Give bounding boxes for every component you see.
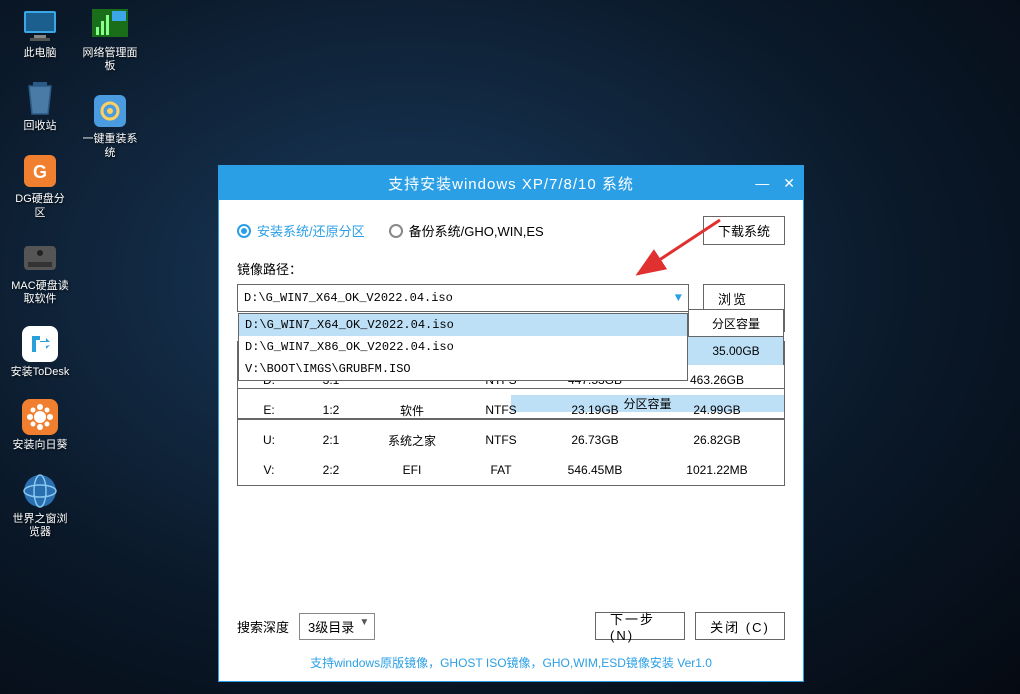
next-button[interactable]: 下一步 (N) [595,612,685,640]
footer-text: 支持windows原版镜像，GHOST ISO镜像，GHO,WIM,ESD镜像安… [237,654,785,671]
download-system-button[interactable]: 下载系统 [703,216,785,245]
monitor-icon [20,5,60,45]
bin-icon [20,78,60,118]
desktop-icon-this-pc[interactable]: 此电脑 [10,5,70,60]
desktop-icon-dg-partition[interactable]: G DG硬盘分区 [10,151,70,219]
radio-icon [389,224,403,238]
image-path-label: 镜像路径： [237,259,785,278]
title-bar[interactable]: 支持安装windows XP/7/8/10 系统 — ✕ [219,166,803,200]
search-depth-label: 搜索深度 [237,617,289,636]
table-row[interactable]: V: 2:2 EFI FAT 546.45MB 1021.22MB [238,455,784,485]
radio-icon [237,224,251,238]
minimize-button[interactable]: — [755,175,769,191]
image-path-combobox[interactable]: D:\G_WIN7_X64_OK_V2022.04.iso ▼ D:\G_WIN… [237,284,689,312]
globe-icon [20,471,60,511]
search-depth-select[interactable]: 3级目录 [299,613,375,640]
desktop-icon-mac-reader[interactable]: MAC硬盘读取软件 [10,238,70,306]
svg-text:G: G [33,162,47,182]
desktop-icon-reinstall[interactable]: 一键重装系统 [80,91,140,159]
image-path-dropdown: D:\G_WIN7_X64_OK_V2022.04.iso D:\G_WIN7_… [238,313,688,381]
close-button[interactable]: 关闭 (C) [695,612,785,640]
todesk-icon [20,324,60,364]
radio-install-restore[interactable]: 安装系统/还原分区 [237,221,365,240]
dropdown-option[interactable]: V:\BOOT\IMGS\GRUBFM.ISO [239,358,687,380]
network-icon [90,5,130,45]
chevron-down-icon: ▼ [675,291,682,305]
desktop-icon-todesk[interactable]: 安装ToDesk [10,324,70,379]
dialog-title: 支持安装windows XP/7/8/10 系统 [388,173,634,194]
gear-icon [90,91,130,131]
desktop-icon-world-browser[interactable]: 世界之窗浏览器 [10,471,70,539]
install-dialog: 支持安装windows XP/7/8/10 系统 — ✕ 安装系统/还原分区 备… [218,165,804,682]
dropdown-option[interactable]: D:\G_WIN7_X64_OK_V2022.04.iso [239,314,687,336]
desktop-icon-sunflower[interactable]: 安装向日葵 [10,397,70,452]
sunflower-icon [20,397,60,437]
table-row[interactable]: U: 2:1 系统之家 NTFS 26.73GB 26.82GB [238,425,784,455]
desktop-icon-network-panel[interactable]: 网络管理面板 [80,5,140,73]
column-header-capacity: 分区容量 [688,309,784,337]
close-window-button[interactable]: ✕ [783,175,795,192]
radio-backup[interactable]: 备份系统/GHO,WIN,ES [389,221,544,240]
table-row[interactable]: E: 1:2 软件 NTFS 23.19GB 24.99GB [238,395,784,425]
desktop-icon-recycle-bin[interactable]: 回收站 [10,78,70,133]
mac-disk-icon [20,238,60,278]
dg-icon: G [20,151,60,191]
table-cell-capacity[interactable]: 35.00GB [688,337,784,365]
dropdown-option[interactable]: D:\G_WIN7_X86_OK_V2022.04.iso [239,336,687,358]
